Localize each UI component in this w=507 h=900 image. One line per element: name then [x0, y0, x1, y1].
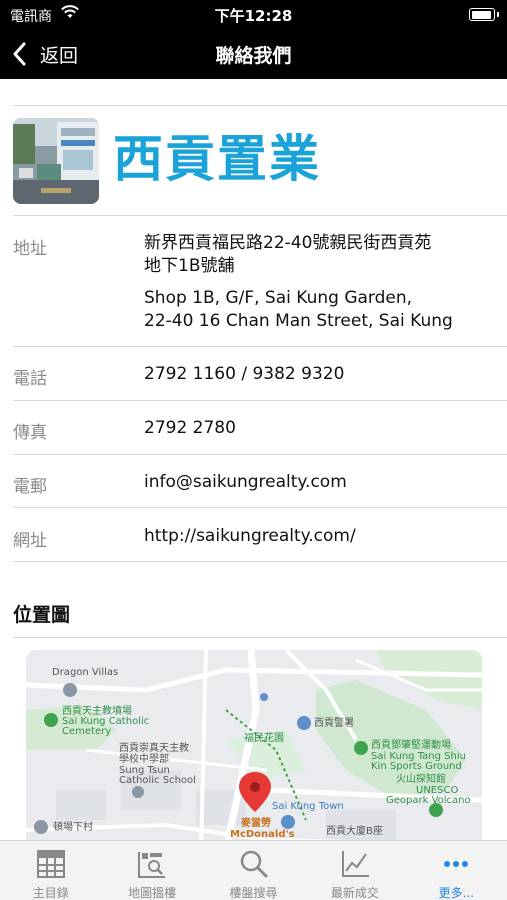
tab-label: 最新成交: [330, 886, 379, 900]
address-en-line1: Shop 1B, G/F, Sai Kung Garden,: [144, 288, 413, 308]
map-label: Kin Sports Ground: [371, 761, 462, 772]
divider: [13, 105, 507, 106]
status-time: 下午12:28: [214, 7, 293, 25]
map-label: 頓場下村: [53, 822, 93, 833]
fax-label: 傳真: [13, 423, 47, 443]
address-label: 地址: [13, 239, 47, 259]
tab-property-search[interactable]: 樓盤搜尋: [203, 841, 304, 900]
map-label: McDonald's: [230, 829, 295, 840]
map-search-icon: [138, 852, 166, 878]
map-label: 火山探知館: [396, 774, 446, 785]
map-label: Cemetery: [62, 726, 112, 737]
grid-icon: [36, 850, 65, 878]
map-label: Sai Kung Town: [272, 801, 344, 812]
map-label: 學校中學部: [119, 754, 169, 765]
divider: [13, 507, 507, 508]
map-label: 西貢鄧肇堅運動場: [371, 740, 451, 751]
divider: [13, 346, 507, 347]
map-label: 福民花園: [244, 733, 284, 744]
website-link[interactable]: http://saikungrealty.com/: [144, 525, 356, 548]
battery-icon: [469, 8, 499, 21]
divider: [13, 454, 507, 455]
divider: [13, 400, 507, 401]
tab-latest-transactions[interactable]: 最新成交: [304, 841, 405, 900]
map-label: 西貢警署: [314, 718, 354, 729]
map-label: 麥當勞: [241, 818, 271, 829]
address-zh-line2: 地下1B號舖: [144, 256, 235, 276]
tab-map-search[interactable]: 地圖搵樓: [101, 841, 202, 900]
tab-main-menu[interactable]: 主目錄: [0, 841, 101, 900]
fax-value: 2792 2780: [144, 418, 236, 438]
tab-bar: 主目錄 地圖搵樓 樓盤搜尋 最新成交 更多...: [0, 840, 507, 900]
navigation-bar: 返回 聯絡我們: [0, 30, 507, 79]
divider: [13, 215, 507, 216]
page-title: 聯絡我們: [215, 45, 292, 67]
map-label: 西貢崇真天主教: [119, 743, 189, 754]
map-label: Geopark Volcano: [386, 795, 471, 806]
company-photo: [13, 118, 99, 204]
map-label: Dragon Villas: [52, 667, 119, 678]
website-label: 網址: [13, 531, 47, 551]
email-label: 電郵: [13, 477, 47, 497]
address-zh-line1: 新界西貢福民路22-40號親民街西貢苑: [144, 233, 432, 253]
divider: [13, 637, 507, 638]
tab-label: 地圖搵樓: [128, 886, 177, 900]
map-label: Catholic School: [119, 775, 196, 786]
phone-value[interactable]: 2792 1160 / 9382 9320: [144, 363, 344, 386]
email-link[interactable]: info@saikungrealty.com: [144, 471, 347, 494]
line-chart-icon: [341, 851, 369, 877]
divider: [13, 561, 507, 562]
address-en-line2: 22-40 16 Chan Man Street, Sai Kung: [144, 311, 453, 331]
tab-label: 主目錄: [32, 886, 69, 900]
magnifier-icon: [240, 850, 268, 878]
map-label: 西貢大廈B座: [326, 826, 383, 837]
more-icon: [444, 861, 469, 867]
company-name: 西貢置業: [113, 130, 321, 188]
tab-label: 樓盤搜尋: [229, 886, 278, 900]
tab-more[interactable]: 更多...: [406, 841, 507, 900]
map-section-title: 位置圖: [13, 604, 71, 626]
phone-label: 電話: [13, 369, 47, 389]
tab-label: 更多...: [438, 886, 475, 900]
status-bar: 電訊商 下午12:28: [0, 0, 507, 30]
location-map[interactable]: Dragon Villas 西貢天主教墳場 Sai Kung Catholic …: [26, 650, 482, 850]
